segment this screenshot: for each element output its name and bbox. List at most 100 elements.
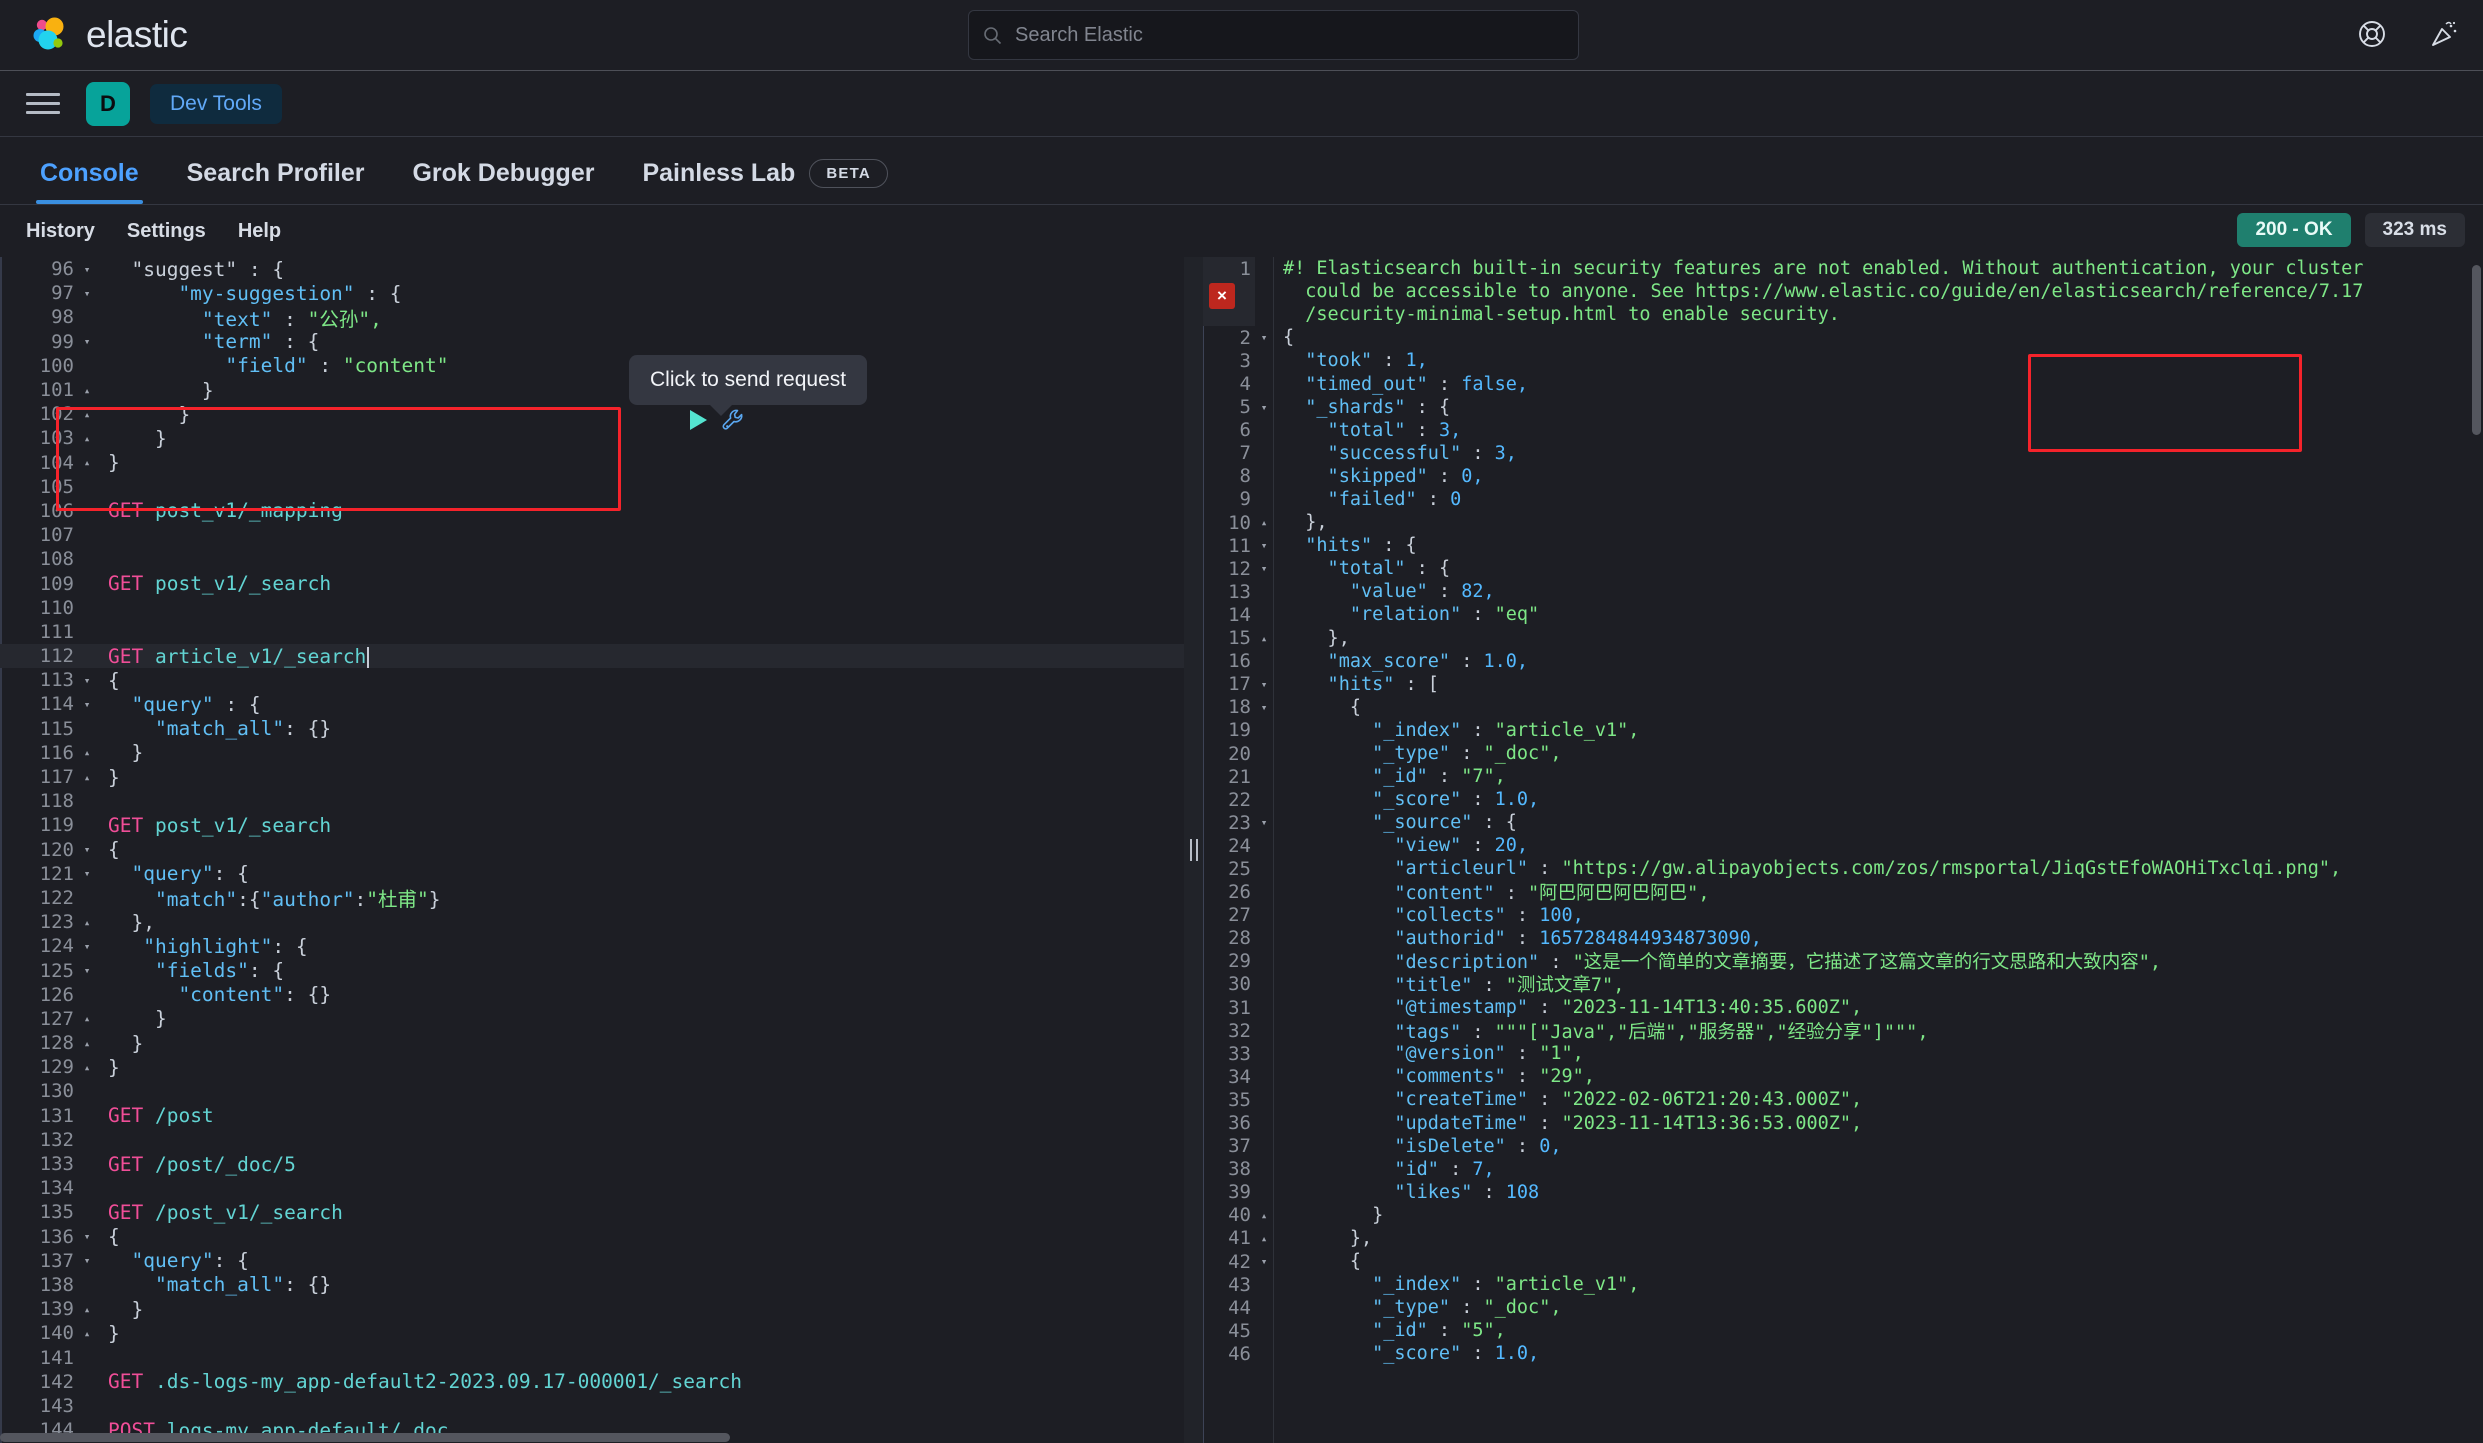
tab-painless-lab[interactable]: Painless Lab BETA	[618, 159, 911, 204]
code-line[interactable]: 97 ▾ "my-suggestion" : {	[0, 281, 1184, 305]
code-line[interactable]: 21 "_id" : "7",	[1203, 765, 2483, 788]
code-line[interactable]: 33 "@version" : "1",	[1203, 1042, 2483, 1065]
code-line[interactable]: 124 ▾ "highlight": {	[0, 934, 1184, 958]
code-line[interactable]: 120 ▾ {	[0, 838, 1184, 862]
hamburger-menu-icon[interactable]	[26, 87, 60, 121]
code-line[interactable]: 134	[0, 1176, 1184, 1200]
code-line[interactable]: 10 ▴ },	[1203, 511, 2483, 534]
code-line[interactable]: 130	[0, 1079, 1184, 1103]
fold-toggle-icon[interactable]: ▴	[1255, 516, 1273, 529]
code-line[interactable]: 141	[0, 1345, 1184, 1369]
fold-toggle-icon[interactable]: ▾	[1255, 816, 1273, 829]
code-line[interactable]: 103 ▴ }	[0, 426, 1184, 450]
play-icon[interactable]	[690, 410, 707, 430]
response-code[interactable]: 1 #! Elasticsearch built-in security feat…	[1203, 257, 2483, 1443]
code-line[interactable]: 136 ▾ {	[0, 1225, 1184, 1249]
breadcrumb[interactable]: Dev Tools	[150, 83, 282, 124]
code-line[interactable]: 20 "_type" : "_doc",	[1203, 742, 2483, 765]
code-line[interactable]: 22 "_score" : 1.0,	[1203, 788, 2483, 811]
code-line[interactable]: 121 ▾ "query": {	[0, 862, 1184, 886]
code-line[interactable]: 43 "_index" : "article_v1",	[1203, 1273, 2483, 1296]
code-line[interactable]: 23 ▾ "_source" : {	[1203, 811, 2483, 834]
search-input[interactable]	[1015, 23, 1564, 47]
code-line[interactable]: 2 ▾ {	[1203, 326, 2483, 349]
response-output-pane[interactable]: × 1 #! Elasticsearch built-in security fe…	[1203, 257, 2483, 1443]
code-line[interactable]: 26 "content" : "阿巴阿巴阿巴阿巴",	[1203, 881, 2483, 904]
whats-new-button[interactable]	[2427, 19, 2461, 53]
code-line[interactable]: 138 "match_all": {}	[0, 1273, 1184, 1297]
code-line[interactable]: 38 "id" : 7,	[1203, 1158, 2483, 1181]
code-line[interactable]: 110	[0, 596, 1184, 620]
fold-toggle-icon[interactable]: ▴	[78, 1327, 96, 1340]
code-line[interactable]: 12 ▾ "total" : {	[1203, 557, 2483, 580]
help-button[interactable]	[2355, 19, 2389, 53]
tab-search-profiler[interactable]: Search Profiler	[163, 159, 389, 204]
code-line[interactable]: 102 ▴ }	[0, 402, 1184, 426]
fold-toggle-icon[interactable]: ▾	[78, 674, 96, 687]
code-line[interactable]: 101 ▴ }	[0, 378, 1184, 402]
fold-toggle-icon[interactable]: ▴	[1255, 632, 1273, 645]
fold-toggle-icon[interactable]: ▴	[78, 408, 96, 421]
code-line[interactable]: 99 ▾ "term" : {	[0, 330, 1184, 354]
code-line[interactable]: 25 "articleurl" : "https://gw.alipayobje…	[1203, 857, 2483, 880]
fold-toggle-icon[interactable]: ▴	[78, 916, 96, 929]
fold-toggle-icon[interactable]: ▾	[1255, 1255, 1273, 1268]
fold-toggle-icon[interactable]: ▾	[78, 1254, 96, 1267]
fold-toggle-icon[interactable]: ▾	[78, 335, 96, 348]
code-line[interactable]: 133 GET /post/_doc/5	[0, 1152, 1184, 1176]
code-line[interactable]: 15 ▴ },	[1203, 627, 2483, 650]
fold-toggle-icon[interactable]: ▾	[1255, 562, 1273, 575]
code-line[interactable]: 30 "title" : "测试文章7",	[1203, 973, 2483, 996]
code-line[interactable]: 8 "skipped" : 0,	[1203, 465, 2483, 488]
editor-horizontal-scrollbar[interactable]	[0, 1433, 730, 1442]
code-line[interactable]: 107	[0, 523, 1184, 547]
code-line[interactable]: 105	[0, 475, 1184, 499]
code-line[interactable]: 29 "description" : "这是一个简单的文章摘要，它描述了这篇文章…	[1203, 950, 2483, 973]
fold-toggle-icon[interactable]: ▴	[78, 1037, 96, 1050]
code-line[interactable]: 40 ▴ }	[1203, 1204, 2483, 1227]
code-line[interactable]: 16 "max_score" : 1.0,	[1203, 650, 2483, 673]
code-line[interactable]: 35 "createTime" : "2022-02-06T21:20:43.0…	[1203, 1088, 2483, 1111]
code-line[interactable]: 129 ▴}	[0, 1055, 1184, 1079]
output-vertical-scrollbar[interactable]	[2472, 265, 2481, 435]
fold-toggle-icon[interactable]: ▴	[78, 771, 96, 784]
code-line[interactable]: 137 ▾ "query": {	[0, 1249, 1184, 1273]
code-line[interactable]: 142 GET .ds-logs-my_app-default2-2023.09.…	[0, 1370, 1184, 1394]
code-line[interactable]: 104 ▴}	[0, 451, 1184, 475]
code-line[interactable]: 127 ▴ }	[0, 1007, 1184, 1031]
brand[interactable]: elastic	[28, 14, 188, 56]
code-line[interactable]: 45 "_id" : "5",	[1203, 1319, 2483, 1342]
fold-toggle-icon[interactable]: ▾	[78, 287, 96, 300]
code-line[interactable]: 11 ▾ "hits" : {	[1203, 534, 2483, 557]
code-line[interactable]: 44 "_type" : "_doc",	[1203, 1296, 2483, 1319]
history-button[interactable]: History	[10, 214, 111, 249]
help-link[interactable]: Help	[222, 214, 297, 249]
code-line[interactable]: 24 "view" : 20,	[1203, 834, 2483, 857]
code-line[interactable]: 6 "total" : 3,	[1203, 419, 2483, 442]
code-line[interactable]: 1 #! Elasticsearch built-in security feat…	[1203, 257, 2483, 280]
code-line[interactable]: 122 "match":{"author":"杜甫"}	[0, 886, 1184, 912]
code-line[interactable]: 41 ▴ },	[1203, 1227, 2483, 1250]
code-line[interactable]: 119 GET post_v1/_search	[0, 813, 1184, 837]
fold-toggle-icon[interactable]: ▾	[78, 867, 96, 880]
fold-toggle-icon[interactable]: ▾	[1255, 678, 1273, 691]
code-line[interactable]: 34 "comments" : "29",	[1203, 1065, 2483, 1088]
code-line[interactable]: 106 GET post_v1/_mapping	[0, 499, 1184, 523]
code-line[interactable]: 116 ▴ }	[0, 741, 1184, 765]
fold-toggle-icon[interactable]: ▾	[1255, 401, 1273, 414]
code-line[interactable]: 114 ▾ "query" : {	[0, 692, 1184, 716]
space-avatar[interactable]: D	[86, 81, 130, 126]
code-line[interactable]: 143	[0, 1394, 1184, 1418]
settings-button[interactable]: Settings	[111, 214, 222, 249]
fold-toggle-icon[interactable]: ▾	[78, 263, 96, 276]
fold-toggle-icon[interactable]: ▴	[78, 1061, 96, 1074]
fold-toggle-icon[interactable]: ▾	[1255, 539, 1273, 552]
code-line[interactable]: could be accessible to anyone. See https…	[1203, 280, 2483, 303]
fold-toggle-icon[interactable]: ▴	[78, 1012, 96, 1025]
code-line[interactable]: 18 ▾ {	[1203, 696, 2483, 719]
request-editor-pane[interactable]: 96 ▾ "suggest" : {97 ▾ "my-suggestion" : {…	[0, 257, 1184, 1443]
code-line[interactable]: 109 GET post_v1/_search	[0, 571, 1184, 595]
code-line[interactable]: 39 "likes" : 108	[1203, 1181, 2483, 1204]
code-line[interactable]: 132	[0, 1128, 1184, 1152]
fold-toggle-icon[interactable]: ▾	[1255, 701, 1273, 714]
